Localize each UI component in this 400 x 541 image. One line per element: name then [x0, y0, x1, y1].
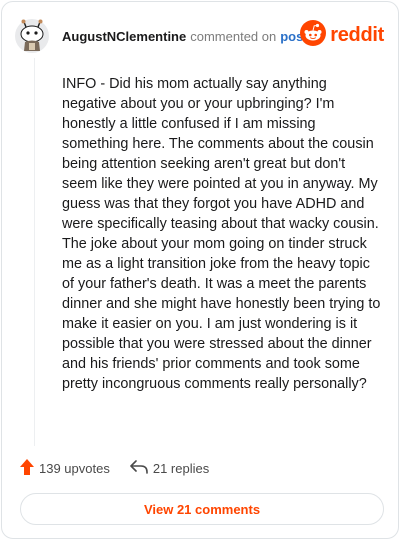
reddit-logo-icon: [300, 20, 327, 51]
reply-count: 21 replies: [152, 460, 210, 476]
upvote-count: 139 upvotes: [39, 460, 110, 476]
reddit-brand[interactable]: reddit: [300, 20, 384, 51]
thread-line: [34, 58, 35, 446]
snoo-avatar-icon[interactable]: [14, 18, 50, 54]
comment-author[interactable]: AugustNClementine: [62, 29, 186, 44]
comment-body: INFO - Did his mom actually say anything…: [62, 76, 381, 392]
reply-arrow-icon: [130, 459, 153, 477]
upvote-arrow-icon: [20, 458, 39, 478]
view-comments-button[interactable]: View 21 comments: [20, 493, 384, 525]
comment-action-text: commented on: [190, 28, 277, 44]
comment-card: AugustNClementine commented on post redd…: [1, 1, 399, 539]
comment-footer: 139 upvotes 21 replies: [20, 458, 209, 478]
replies-button[interactable]: 21 replies: [130, 459, 210, 477]
reddit-wordmark: reddit: [330, 24, 384, 46]
upvote-button[interactable]: 139 upvotes: [20, 458, 110, 478]
